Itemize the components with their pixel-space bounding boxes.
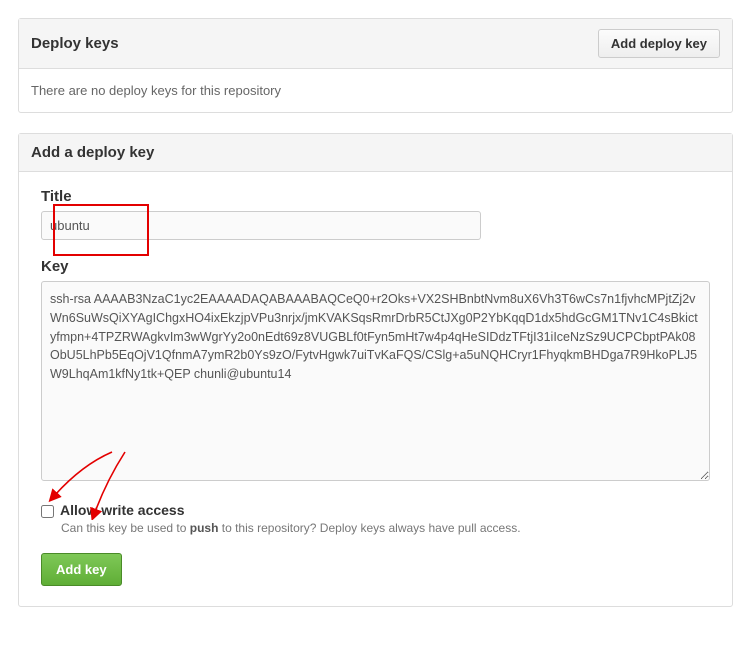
title-input[interactable] [41,211,481,240]
key-field-group: Key [41,258,710,484]
key-label: Key [41,258,710,275]
title-label: Title [41,188,710,205]
add-key-submit-button[interactable]: Add key [41,553,122,586]
deploy-keys-empty-message: There are no deploy keys for this reposi… [19,69,732,112]
deploy-keys-title: Deploy keys [31,35,119,52]
deploy-keys-header: Deploy keys Add deploy key [19,19,732,69]
allow-write-access-checkbox[interactable] [41,505,54,518]
allow-write-access-label: Allow write access [60,502,185,518]
title-field-group: Title [41,188,710,240]
add-deploy-key-panel: Add a deploy key Title Key [18,133,733,607]
deploy-keys-panel: Deploy keys Add deploy key There are no … [18,18,733,113]
write-access-group: Allow write access Can this key be used … [31,502,720,535]
add-key-form: Title Key [19,172,732,606]
key-textarea[interactable] [41,281,710,481]
add-deploy-key-header: Add a deploy key [19,134,732,172]
write-access-help: Can this key be used to push to this rep… [61,521,710,535]
add-deploy-key-button[interactable]: Add deploy key [598,29,720,58]
add-deploy-key-title: Add a deploy key [31,144,154,161]
